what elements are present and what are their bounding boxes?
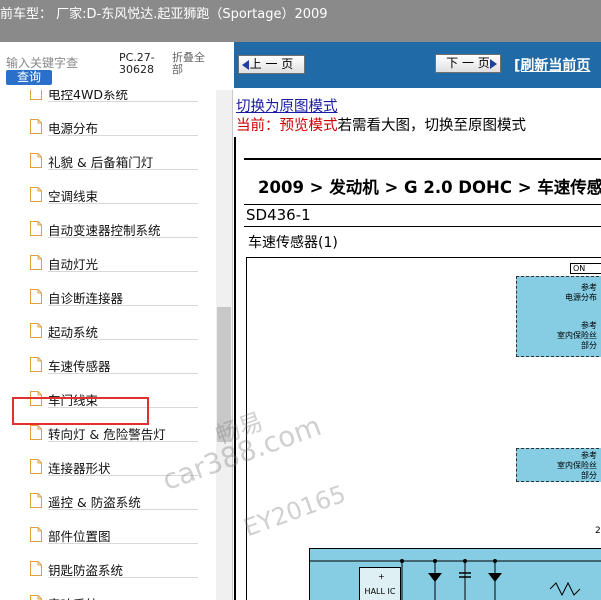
plus-sign: + xyxy=(378,572,385,581)
reference-box-power: 参考 电源分布 参考 室内保险丝 部分 xyxy=(516,276,601,357)
tree-item[interactable]: 自诊断连接器 xyxy=(30,286,198,306)
window-title: 前车型： 厂家:D-东风悦达.起亚狮跑（Sportage）2009 xyxy=(0,7,328,22)
tree-item[interactable]: 部件位置图 xyxy=(30,524,198,544)
tree-item-divider xyxy=(48,305,198,306)
next-page-label: 下 一 页 xyxy=(446,56,490,70)
tree-item[interactable]: 音响系统 xyxy=(30,592,198,600)
sensor-circuit xyxy=(309,548,601,600)
tree-item[interactable]: 自动变速器控制系统 xyxy=(30,218,198,238)
content-left-rule xyxy=(234,137,236,600)
document-icon xyxy=(30,323,42,338)
ignition-on-label: ON xyxy=(570,263,601,274)
tree-item-divider xyxy=(48,577,198,578)
tree-scrollbar[interactable] xyxy=(216,90,232,600)
tree-item[interactable]: 车速传感器 xyxy=(30,354,198,374)
tree-item-divider xyxy=(48,339,198,340)
document-icon xyxy=(30,119,42,134)
document-icon xyxy=(30,255,42,270)
tree-item-label: 音响系统 xyxy=(48,594,98,600)
tree-item-divider xyxy=(48,135,198,136)
prev-page-button[interactable]: 上 一 页 xyxy=(238,55,305,74)
doc-subtitle: 车速传感器(1) xyxy=(248,235,338,251)
document-icon xyxy=(30,153,42,168)
mode-current: 当前：预览模式 xyxy=(236,118,338,134)
divider xyxy=(244,158,601,160)
left-pane: 输入关键字查 查询 PC.27-30628 折叠全部 电控4WD系统电源分布礼貌… xyxy=(0,42,233,600)
hall-ic-label: HALL IC xyxy=(364,587,396,596)
title-bar: 前车型： 厂家:D-东风悦达.起亚狮跑（Sportage）2009 xyxy=(0,0,601,42)
mode-hint: 若需看大图，切换至原图模式 xyxy=(337,118,527,134)
tree-item-divider xyxy=(48,237,198,238)
tree-view: 电控4WD系统电源分布礼貌 & 后备箱门灯 空调线束自动变速器控制系统 自动灯光自诊… xyxy=(0,90,216,600)
document-icon xyxy=(30,221,42,236)
tree-item-divider xyxy=(48,101,198,102)
divider xyxy=(244,226,601,227)
switch-original-mode-link[interactable]: 切换为原图模式 xyxy=(236,95,338,116)
ref-power-distribution: 参考 电源分布 xyxy=(565,283,597,302)
document-icon xyxy=(30,425,42,440)
document-icon xyxy=(30,527,42,542)
search-button[interactable]: 查询 xyxy=(6,70,52,85)
nav-bar: 上 一 页 下 一 页 [刷新当前页 xyxy=(234,42,601,88)
tree-item[interactable]: 转向灯 & 危险警告灯 xyxy=(30,422,198,442)
mode-status: 当前：预览模式若需看大图，切换至原图模式 xyxy=(236,114,526,135)
refresh-page-link[interactable]: [刷新当前页 xyxy=(514,55,590,75)
tree-item-divider xyxy=(48,441,198,442)
reference-box-fuse: 参考 室内保险丝 部分 xyxy=(516,448,601,482)
search-input[interactable]: 输入关键字查 xyxy=(6,54,110,71)
document-icon xyxy=(30,561,42,576)
next-page-button[interactable]: 下 一 页 xyxy=(435,54,501,73)
doc-code: SD436-1 xyxy=(246,206,311,224)
document-icon xyxy=(30,459,42,474)
document-icon xyxy=(30,187,42,202)
diagram-page-fragment: 2 xyxy=(595,526,601,536)
arrow-right-icon xyxy=(490,59,497,69)
ref-indoor-fuse: 参考 室内保险丝 部分 xyxy=(557,321,597,350)
tree-item[interactable]: 电源分布 xyxy=(30,116,198,136)
tree-item[interactable]: 空调线束 xyxy=(30,184,198,204)
document-icon xyxy=(30,493,42,508)
document-icon xyxy=(30,90,42,100)
tree-item-divider xyxy=(48,543,198,544)
document-icon xyxy=(30,289,42,304)
document-area: 2009 > 发动机 > G 2.0 DOHC > 车速传感 SD436-1 车… xyxy=(244,158,601,600)
selected-item-highlight xyxy=(12,397,149,425)
tree-item[interactable]: 钥匙防盗系统 xyxy=(30,558,198,578)
pc-code: PC.27-30628 xyxy=(119,51,155,76)
divider xyxy=(244,204,601,205)
doc-heading: 2009 > 发动机 > G 2.0 DOHC > 车速传感 xyxy=(258,178,601,197)
ref-indoor-fuse-2: 参考 室内保险丝 部分 xyxy=(557,451,597,480)
tree-item-divider xyxy=(48,169,198,170)
tree-item[interactable]: 自动灯光 xyxy=(30,252,198,272)
tree-item-divider xyxy=(48,509,198,510)
arrow-left-icon xyxy=(242,60,249,70)
tree-item[interactable]: 起动系统 xyxy=(30,320,198,340)
circuit-lines xyxy=(310,559,601,600)
tree-item-divider xyxy=(48,203,198,204)
prev-page-label: 上 一 页 xyxy=(249,57,294,71)
tree-item-divider xyxy=(48,271,198,272)
search-bar: 输入关键字查 查询 PC.27-30628 折叠全部 xyxy=(0,42,233,90)
document-icon xyxy=(30,595,42,600)
document-icon xyxy=(30,357,42,372)
collapse-all-link[interactable]: 折叠全部 xyxy=(172,52,212,76)
tree-item[interactable]: 礼貌 & 后备箱门灯 xyxy=(30,150,198,170)
hall-ic-component: + HALL IC xyxy=(359,567,401,600)
tree-item-divider xyxy=(48,373,198,374)
tree-item[interactable]: 电控4WD系统 xyxy=(30,90,198,102)
